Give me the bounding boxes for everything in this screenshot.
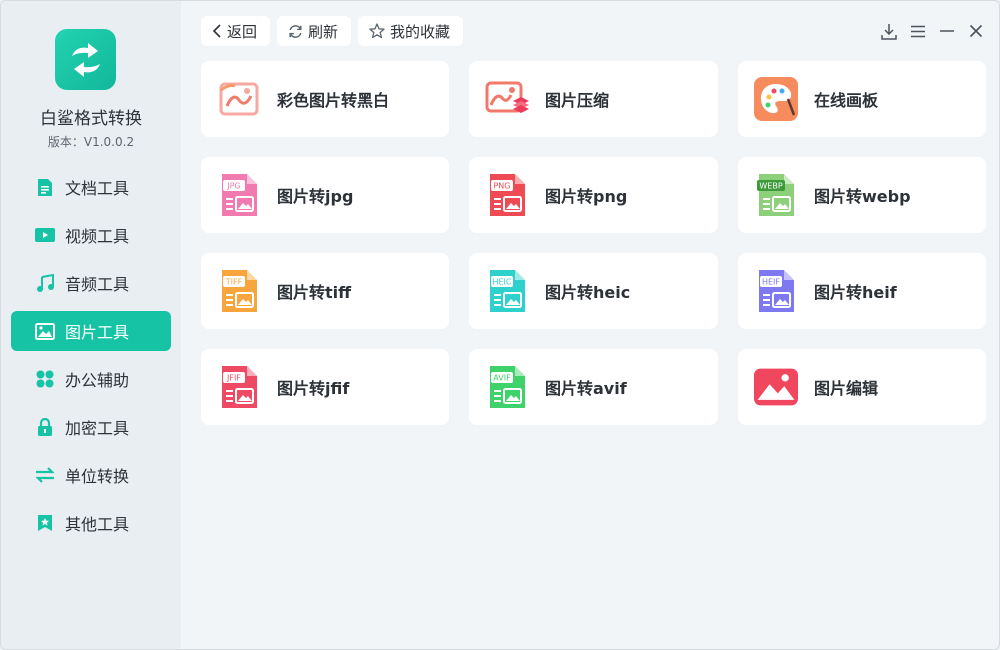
sidebar: 白鲨格式转换 版本：V1.0.0.2 文档工具 视频工具 音频工具 图片工具 办… — [1, 1, 181, 649]
download-icon[interactable] — [880, 20, 898, 42]
sidebar-item-label: 加密工具 — [65, 419, 130, 438]
file-badge-text: HEIF — [762, 278, 780, 287]
close-icon[interactable] — [967, 20, 985, 42]
file-badge-text: PNG — [493, 182, 510, 191]
tool-card-to-heic[interactable]: HEIC 图片转heic — [469, 253, 718, 329]
refresh-label: 刷新 — [308, 22, 339, 41]
tool-card-label: 图片编辑 — [814, 379, 879, 398]
sidebar-item-label: 音频工具 — [65, 275, 130, 294]
file-badge-text: TIFF — [225, 278, 243, 287]
sidebar-item-label: 文档工具 — [65, 179, 130, 198]
file-badge-text: HEIC — [492, 278, 511, 287]
tool-card-to-heif[interactable]: HEIF 图片转heif — [738, 253, 986, 329]
minimize-icon[interactable] — [938, 20, 956, 42]
refresh-button[interactable]: 刷新 — [277, 16, 352, 46]
palette-icon — [754, 77, 798, 121]
tool-card-label: 图片转heic — [545, 283, 631, 302]
webp-file-icon: WEBP — [754, 173, 798, 217]
file-badge-text: JPG — [226, 182, 240, 191]
menu-icon[interactable] — [909, 20, 927, 42]
sidebar-item-other[interactable]: 其他工具 — [11, 503, 171, 543]
tool-card-label: 图片压缩 — [545, 91, 610, 110]
sidebar-item-unit[interactable]: 单位转换 — [11, 455, 171, 495]
chevron-left-icon — [212, 24, 222, 38]
sidebar-item-label: 办公辅助 — [65, 371, 130, 390]
image-icon — [35, 321, 55, 341]
heif-file-icon: HEIF — [754, 269, 798, 313]
sidebar-item-label: 图片工具 — [65, 323, 130, 342]
tool-card-to-tiff[interactable]: TIFF 图片转tiff — [201, 253, 449, 329]
jpg-file-icon: JPG — [217, 173, 261, 217]
tool-card-label: 图片转tiff — [277, 283, 352, 302]
tiff-file-icon: TIFF — [217, 269, 261, 313]
tool-card-image-compress[interactable]: 图片压缩 — [469, 61, 718, 137]
tool-card-label: 彩色图片转黑白 — [277, 91, 390, 110]
heic-file-icon: HEIC — [485, 269, 529, 313]
favorites-button[interactable]: 我的收藏 — [358, 16, 464, 46]
sidebar-item-label: 单位转换 — [65, 467, 130, 486]
app-logo — [55, 29, 116, 90]
music-icon — [35, 273, 55, 293]
back-button[interactable]: 返回 — [201, 16, 271, 46]
sidebar-item-office[interactable]: 办公辅助 — [11, 359, 171, 399]
avif-file-icon: AVIF — [485, 365, 529, 409]
png-file-icon: PNG — [485, 173, 529, 217]
tool-card-online-palette[interactable]: 在线画板 — [738, 61, 986, 137]
sidebar-item-label: 其他工具 — [65, 515, 130, 534]
sidebar-item-video[interactable]: 视频工具 — [11, 215, 171, 255]
swap-icon — [35, 465, 55, 485]
sidebar-item-label: 视频工具 — [65, 227, 130, 246]
tool-grid: 彩色图片转黑白 图片压缩 在线画板 JPG 图片转jpg PNG 图片转png — [201, 61, 986, 425]
app-window: 白鲨格式转换 版本：V1.0.0.2 文档工具 视频工具 音频工具 图片工具 办… — [0, 0, 1000, 650]
image-edit-icon — [754, 365, 798, 409]
color-to-bw-icon — [217, 77, 261, 121]
sidebar-item-document[interactable]: 文档工具 — [11, 167, 171, 207]
tool-card-image-edit[interactable]: 图片编辑 — [738, 349, 986, 425]
sidebar-nav: 文档工具 视频工具 音频工具 图片工具 办公辅助 加密工具 单位转换 其他工具 — [11, 167, 171, 551]
office-icon — [35, 369, 55, 389]
tool-card-label: 图片转jpg — [277, 187, 354, 206]
tool-card-color-to-bw[interactable]: 彩色图片转黑白 — [201, 61, 449, 137]
tool-card-to-jfif[interactable]: JFIF 图片转jfif — [201, 349, 449, 425]
image-compress-icon — [485, 77, 529, 121]
file-badge-text: JFIF — [226, 374, 241, 383]
tool-card-to-png[interactable]: PNG 图片转png — [469, 157, 718, 233]
tool-card-label: 图片转heif — [814, 283, 897, 302]
file-badge-text: AVIF — [493, 374, 511, 383]
window-controls — [880, 20, 985, 42]
tool-card-to-webp[interactable]: WEBP 图片转webp — [738, 157, 986, 233]
tool-card-label: 图片转jfif — [277, 379, 350, 398]
document-icon — [35, 177, 55, 197]
tool-card-label: 图片转webp — [814, 187, 911, 206]
refresh-icon — [288, 24, 303, 39]
sidebar-item-encrypt[interactable]: 加密工具 — [11, 407, 171, 447]
sidebar-item-audio[interactable]: 音频工具 — [11, 263, 171, 303]
video-icon — [35, 225, 55, 245]
back-label: 返回 — [227, 22, 258, 41]
file-badge-text: WEBP — [759, 182, 782, 191]
star-icon — [369, 23, 385, 39]
tool-card-label: 图片转png — [545, 187, 628, 206]
app-version: 版本：V1.0.0.2 — [47, 135, 135, 149]
bookmark-icon — [35, 513, 55, 533]
lock-icon — [35, 417, 55, 437]
app-name: 白鲨格式转换 — [40, 109, 142, 129]
tool-card-label: 在线画板 — [814, 91, 879, 110]
tool-card-to-jpg[interactable]: JPG 图片转jpg — [201, 157, 449, 233]
favorites-label: 我的收藏 — [390, 22, 451, 41]
toolbar: 返回 刷新 我的收藏 — [201, 16, 464, 46]
tool-card-to-avif[interactable]: AVIF 图片转avif — [469, 349, 718, 425]
jfif-file-icon: JFIF — [217, 365, 261, 409]
sidebar-item-image[interactable]: 图片工具 — [11, 311, 171, 351]
tool-card-label: 图片转avif — [545, 379, 627, 398]
